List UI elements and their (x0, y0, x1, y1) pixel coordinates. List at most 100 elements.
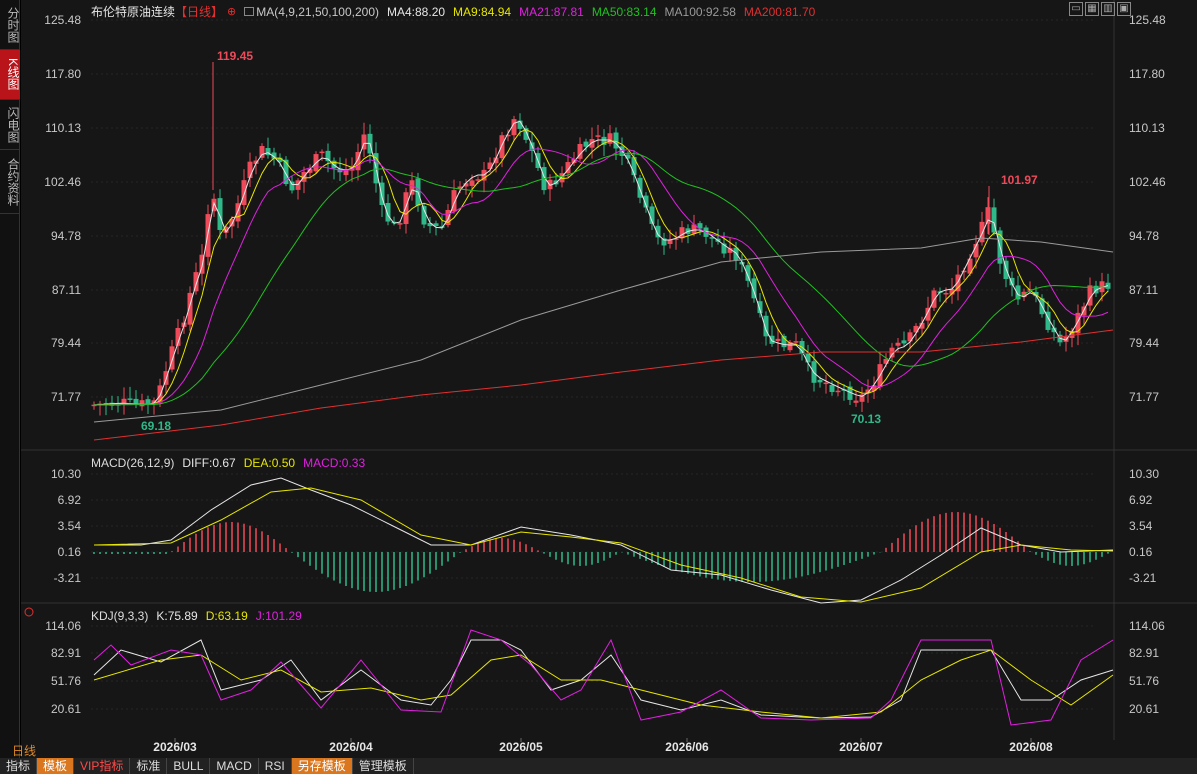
candle-body (679, 227, 685, 239)
ma9-line (93, 128, 1109, 406)
candle-body (853, 400, 859, 403)
macd-axis-label-right: 3.54 (1129, 519, 1153, 533)
price-axis-label-left: 79.44 (51, 336, 81, 350)
candle-body (985, 207, 991, 224)
candle-body (133, 398, 139, 404)
price-axis-label-right: 110.13 (1129, 121, 1165, 135)
price-axis-label-left: 71.77 (51, 390, 81, 404)
candle-body (913, 325, 919, 333)
instrument-title: 布伦特原油连续 (91, 5, 176, 19)
period-label[interactable]: 日线 (12, 742, 36, 759)
side-tab-2[interactable]: 闪电图 (0, 100, 20, 150)
kdj-d: D:63.19 (205, 609, 248, 623)
grid-icon[interactable]: ▦ (1085, 2, 1099, 16)
price-axis-label-left: 87.11 (52, 283, 81, 297)
kdj-axis-label-left: 20.61 (51, 702, 81, 716)
kdj-axis-label-left: 82.91 (51, 646, 81, 660)
candle-body (409, 180, 415, 195)
price-axis-label-right: 94.78 (1129, 229, 1159, 243)
candle-body (289, 181, 295, 191)
columns-icon[interactable]: ▥ (1101, 2, 1115, 16)
maximize-icon[interactable]: ▣ (1117, 2, 1131, 16)
restore-icon[interactable]: ▭ (1069, 2, 1083, 16)
kdj-title: KDJ(9,3,3) (91, 609, 149, 623)
candle-body (817, 379, 823, 383)
kline-chart-svg[interactable]: 125.48 125.48 117.80 117.80 110.13 110.13 102.… (21, 0, 1197, 758)
candle-body (979, 221, 985, 243)
side-tab-0[interactable]: 分时图 (0, 0, 20, 50)
side-tab-1[interactable]: K线图 (0, 50, 20, 100)
toolbar-item-2[interactable]: VIP指标 (74, 758, 131, 774)
price-axis-label-right: 79.44 (1129, 336, 1159, 350)
macd-axis-label-left: 6.92 (58, 493, 82, 507)
candle-body (127, 398, 133, 400)
toolbar-item-0[interactable]: 指标 (0, 758, 38, 774)
candle-body (241, 180, 247, 205)
macd-axis-label-left: 10.30 (51, 467, 81, 481)
ma21-value: MA21:87.81 (519, 4, 584, 19)
ma-settings-icon[interactable] (244, 7, 255, 16)
kdj-axis-label-left: 114.06 (45, 619, 81, 633)
candle-body (121, 398, 127, 403)
candle-body (943, 292, 949, 295)
ma100-line (93, 237, 1114, 423)
candle-body (805, 353, 811, 363)
ma200-value: MA200:81.70 (743, 4, 816, 19)
side-tabs: 分时图 K线图 闪电图 合约资料 (0, 0, 20, 758)
toolbar-item-6[interactable]: RSI (259, 758, 292, 774)
kdj-axis-label-right: 51.76 (1129, 674, 1159, 688)
ma-params: MA(4,9,21,50,100,200) (256, 4, 379, 19)
candle-body (469, 180, 475, 186)
ma200-line (93, 329, 1114, 441)
candle-body (385, 202, 391, 222)
price-annotation-low: 70.13 (851, 412, 881, 426)
candle-body (259, 146, 265, 158)
price-legend: 布伦特原油连续 【日线】 ⊕ MA(4,9,21,50,100,200) MA4… (91, 3, 815, 20)
ma50-value: MA50:83.14 (591, 4, 657, 19)
macd-dea-line (93, 487, 1114, 603)
candle-body (595, 135, 601, 137)
macd-diff: DIFF:0.67 (182, 456, 236, 470)
toolbar-item-5[interactable]: MACD (210, 758, 259, 774)
candle-body (793, 341, 799, 343)
kdj-legend: KDJ(9,3,3) K:75.89 D:63.19 J:101.29 (91, 609, 302, 623)
side-tab-3[interactable]: 合约资料 (0, 150, 20, 214)
toolbar-item-1[interactable]: 模板 (37, 758, 75, 774)
macd-axis-label-right: 10.30 (1129, 467, 1159, 481)
candle-body (895, 342, 901, 346)
candle-body (931, 290, 937, 308)
price-axis-label-left: 125.48 (44, 13, 81, 27)
date-axis-label: 2026/03 (153, 740, 197, 754)
date-axis-label: 2026/05 (499, 740, 543, 754)
candle-body (403, 192, 409, 225)
candle-body (217, 198, 223, 231)
candle-body (139, 400, 145, 407)
target-icon[interactable]: ⊕ (227, 5, 236, 18)
toolbar-item-7[interactable]: 另存模板 (291, 758, 353, 774)
price-axis-label-right: 125.48 (1129, 13, 1166, 27)
price-axis-label-right: 71.77 (1129, 390, 1159, 404)
candle-body (589, 139, 595, 148)
candle-body (193, 272, 199, 292)
candle-body (829, 384, 835, 393)
macd-axis-label-right: 6.92 (1129, 493, 1153, 507)
kdj-axis-label-right: 114.06 (1129, 619, 1165, 633)
window-controls: ▭ ▦ ▥ ▣ (1069, 2, 1131, 16)
toolbar-item-8[interactable]: 管理模板 (353, 758, 414, 774)
date-axis-label: 2026/07 (839, 740, 883, 754)
kdj-j: J:101.29 (255, 609, 302, 623)
macd-axis-label-left: -3.21 (54, 571, 82, 585)
kdj-settings-icon (24, 607, 34, 617)
macd-title: MACD(26,12,9) (91, 456, 175, 470)
price-axis-label-left: 110.13 (45, 121, 81, 135)
toolbar-item-4[interactable]: BULL (167, 758, 211, 774)
price-annotation-high: 101.97 (1001, 173, 1038, 187)
ma4-value: MA4:88.20 (387, 4, 446, 19)
kdj-axis-label-right: 20.61 (1129, 702, 1159, 716)
chart-area[interactable]: 125.48 125.48 117.80 117.80 110.13 110.13 102.… (21, 0, 1197, 758)
macd-axis-label-left: 3.54 (58, 519, 82, 533)
price-axis-label-right: 102.46 (1129, 175, 1166, 189)
kdj-axis-label-left: 51.76 (51, 674, 81, 688)
kdj-k: K:75.89 (156, 609, 198, 623)
toolbar-item-3[interactable]: 标准 (130, 758, 168, 774)
